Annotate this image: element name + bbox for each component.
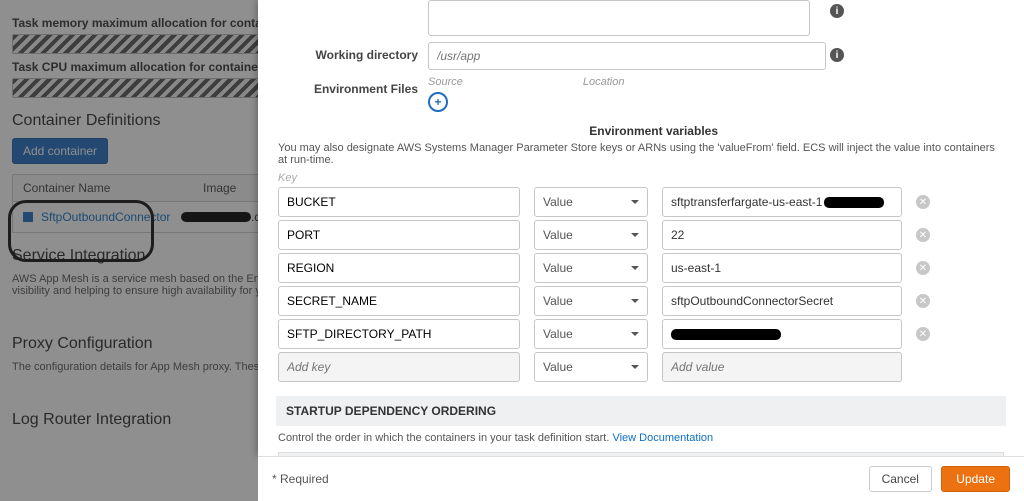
- startup-section-header: STARTUP DEPENDENCY ORDERING: [276, 396, 1006, 426]
- env-var-row: Value sftptransferfargate-us-east-1 ✕: [278, 187, 1004, 217]
- env-value-input[interactable]: sftpOutboundConnectorSecret: [662, 286, 902, 316]
- env-files-location-col: Location: [583, 76, 625, 88]
- info-icon[interactable]: i: [830, 48, 844, 62]
- env-type-dropdown[interactable]: Value: [534, 253, 648, 283]
- add-env-file-button[interactable]: +: [428, 92, 448, 112]
- env-var-row: Value ✕: [278, 319, 1004, 349]
- env-vars-key-header: Key: [278, 172, 1004, 184]
- chevron-down-icon: [631, 233, 639, 241]
- update-button[interactable]: Update: [941, 466, 1010, 492]
- env-var-row: Value 22 ✕: [278, 220, 1004, 250]
- env-value-input[interactable]: us-east-1: [662, 253, 902, 283]
- env-files-source-col: Source: [428, 76, 463, 88]
- env-type-dropdown[interactable]: Value: [534, 187, 648, 217]
- working-dir-label: Working directory: [278, 42, 428, 62]
- chevron-down-icon: [631, 200, 639, 208]
- env-files-label: Environment Files: [278, 76, 428, 96]
- env-key-input[interactable]: [278, 319, 520, 349]
- env-type-dropdown[interactable]: Value: [534, 220, 648, 250]
- chevron-down-icon: [631, 266, 639, 274]
- env-key-input[interactable]: [278, 286, 520, 316]
- env-var-row: Value us-east-1 ✕: [278, 253, 1004, 283]
- remove-env-var-button[interactable]: ✕: [916, 261, 930, 275]
- env-vars-help: You may also designate AWS Systems Manag…: [278, 142, 1004, 166]
- env-key-input[interactable]: [278, 220, 520, 250]
- env-vars-label: Environment variables: [278, 124, 728, 138]
- env-value-input[interactable]: sftptransferfargate-us-east-1: [662, 187, 902, 217]
- working-dir-input[interactable]: [428, 42, 826, 70]
- required-note: * Required: [272, 472, 329, 486]
- env-type-dropdown[interactable]: Value: [534, 286, 648, 316]
- env-type-dropdown[interactable]: Value: [534, 319, 648, 349]
- env-var-row: Value sftpOutboundConnectorSecret ✕: [278, 286, 1004, 316]
- chevron-down-icon: [631, 299, 639, 307]
- env-add-value-input[interactable]: [662, 352, 902, 382]
- env-value-input[interactable]: [662, 319, 902, 349]
- chevron-down-icon: [631, 365, 639, 373]
- remove-env-var-button[interactable]: ✕: [916, 327, 930, 341]
- info-icon[interactable]: i: [830, 4, 844, 18]
- remove-env-var-button[interactable]: ✕: [916, 294, 930, 308]
- modal-footer: * Required Cancel Update: [258, 456, 1024, 501]
- remove-env-var-button[interactable]: ✕: [916, 228, 930, 242]
- env-key-input[interactable]: [278, 253, 520, 283]
- view-documentation-link[interactable]: View Documentation: [612, 432, 713, 444]
- command-textarea[interactable]: [428, 0, 810, 36]
- env-add-key-input[interactable]: [278, 352, 520, 382]
- startup-section-desc: Control the order in which the container…: [278, 432, 1004, 444]
- env-key-input[interactable]: [278, 187, 520, 217]
- chevron-down-icon: [631, 332, 639, 340]
- env-value-input[interactable]: 22: [662, 220, 902, 250]
- cancel-button[interactable]: Cancel: [869, 466, 932, 492]
- remove-env-var-button[interactable]: ✕: [916, 195, 930, 209]
- field-label: [278, 0, 428, 6]
- edit-container-modal: i Working directory i Environment Files …: [258, 0, 1024, 456]
- env-add-type-dropdown[interactable]: Value: [534, 352, 648, 382]
